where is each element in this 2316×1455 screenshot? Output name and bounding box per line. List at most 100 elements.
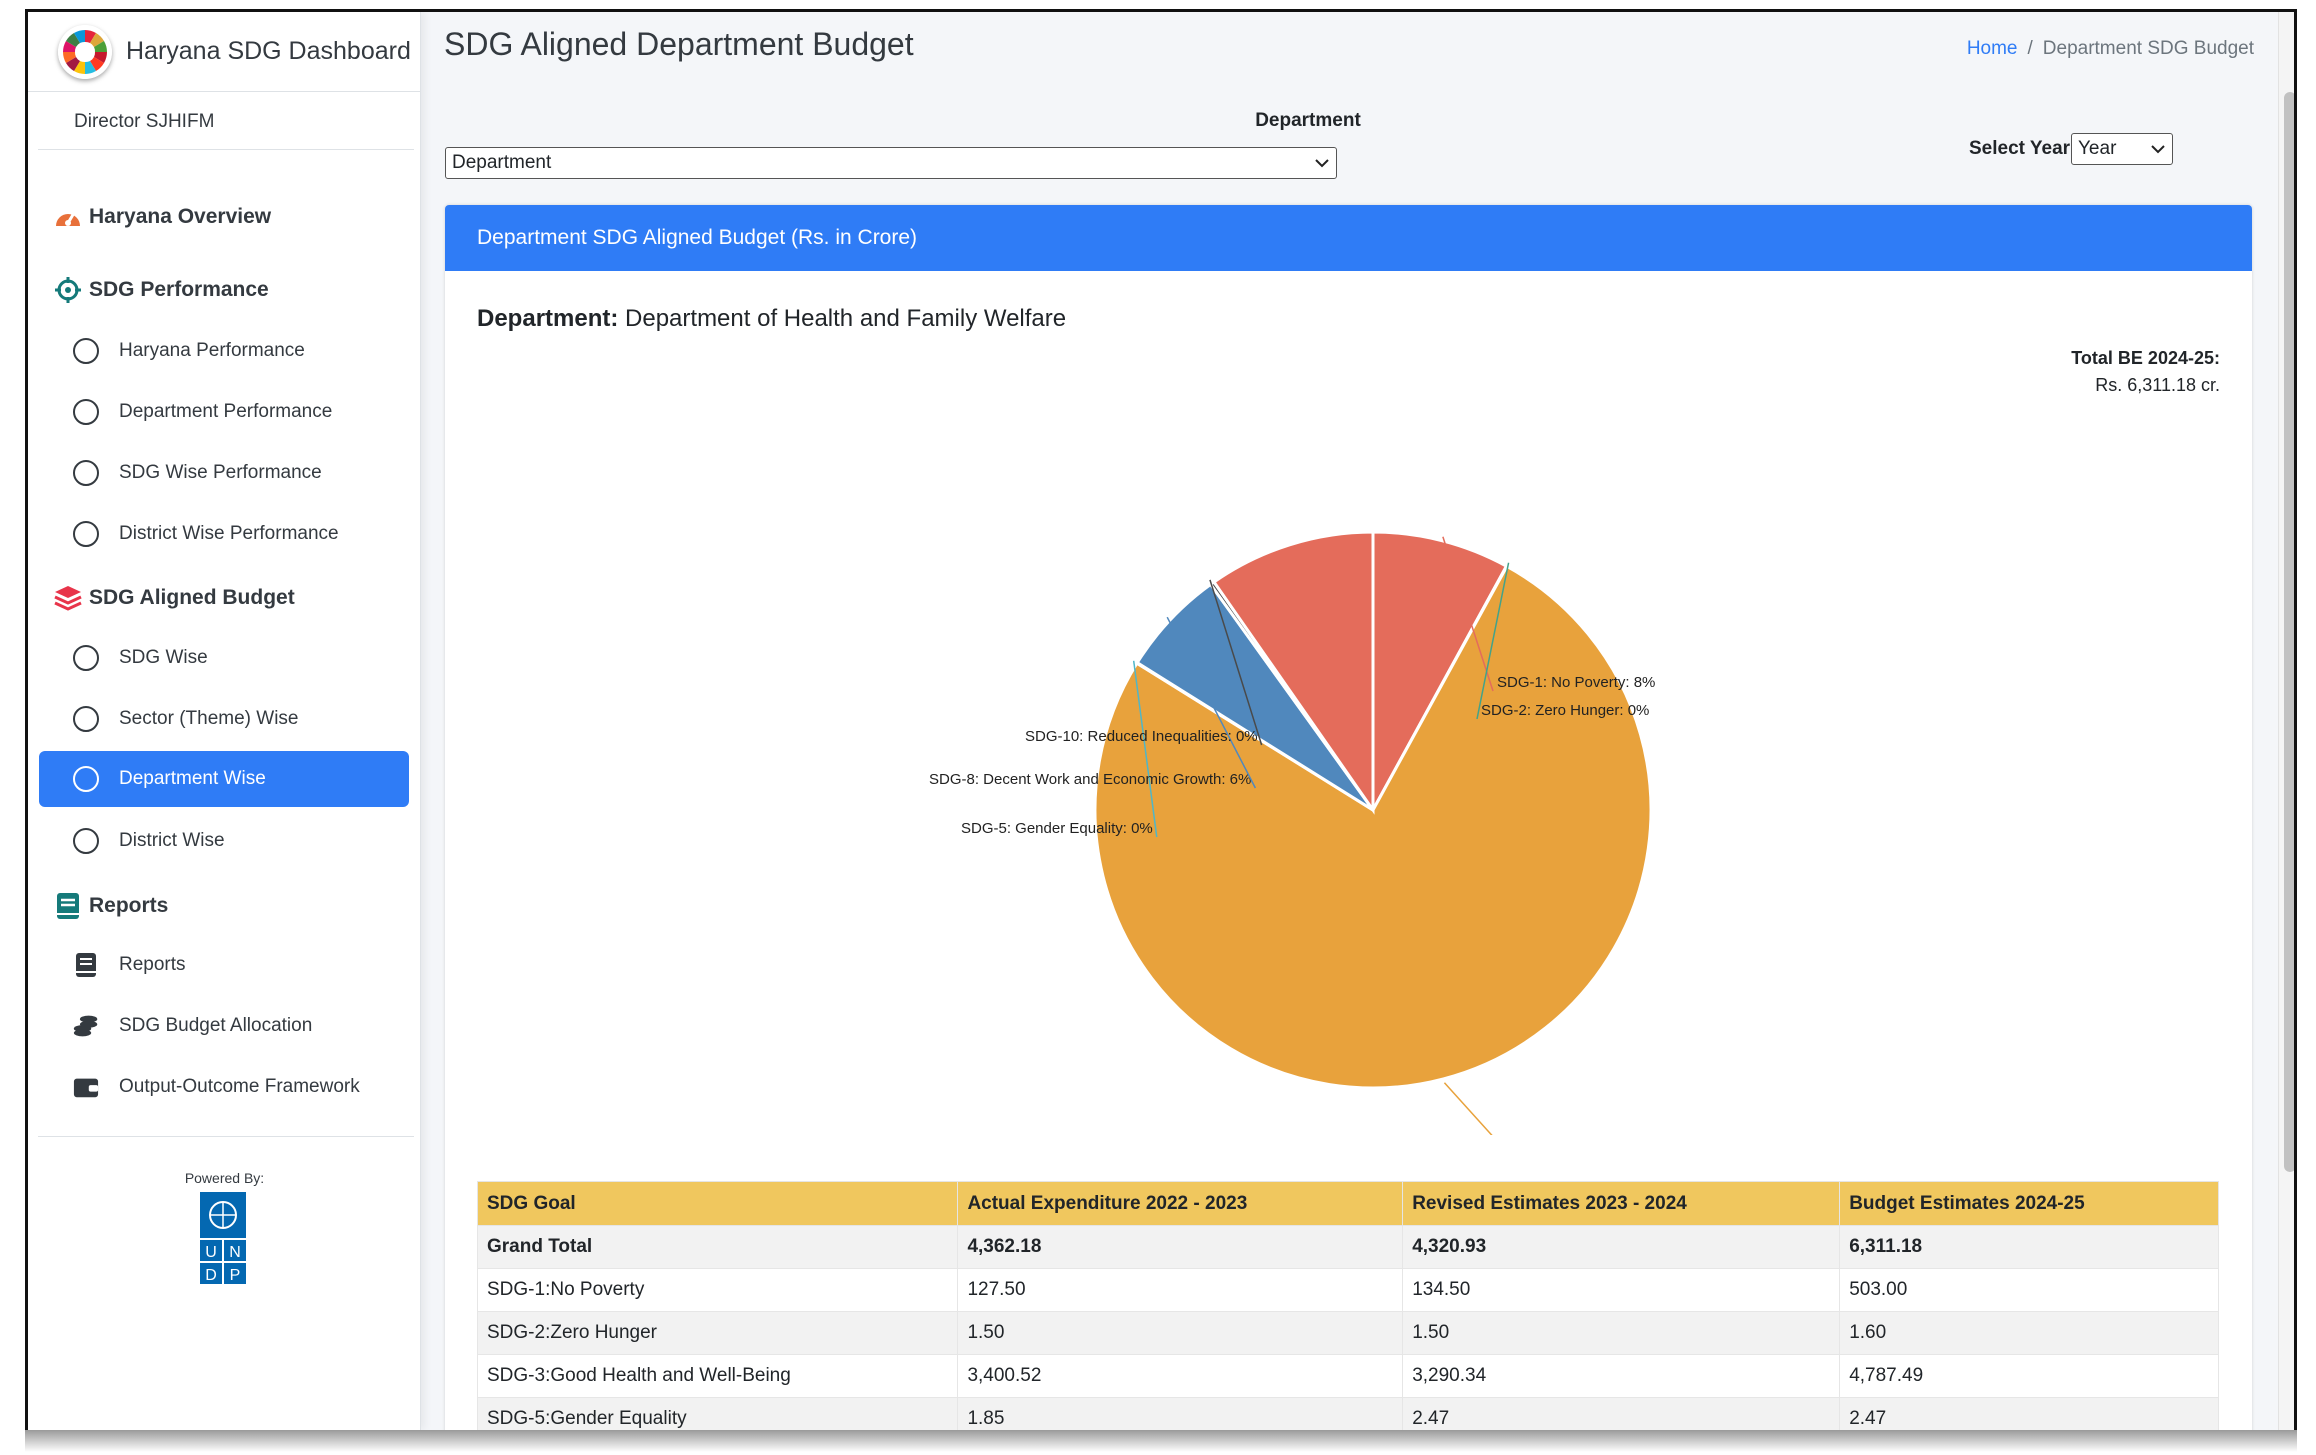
undp-letter-p: P (230, 1267, 241, 1284)
circle-icon (73, 460, 99, 486)
dashboard-gauge-icon (53, 202, 83, 232)
breadcrumb-home-link[interactable]: Home (1967, 38, 2018, 60)
table-cell: SDG-3:Good Health and Well-Being (476, 1354, 959, 1398)
pie-label: SDG-10: Reduced Inequalities: 0% (1025, 728, 1258, 745)
chevron-down-icon (1315, 159, 1329, 168)
table-cell: 4,787.49 (1839, 1354, 2219, 1398)
nav-sdg-aligned-budget[interactable]: SDG Aligned Budget (53, 578, 295, 618)
sidebar-item-label: Haryana Performance (119, 340, 305, 361)
table-cell: 2.47 (1839, 1397, 2219, 1430)
scrollbar-thumb[interactable] (2284, 92, 2294, 1172)
user-name[interactable]: Director SJHIFM (38, 94, 414, 150)
sidebar-item-label: District Wise Performance (119, 523, 339, 544)
undp-letter-n: N (229, 1244, 241, 1261)
sidebar-item-label: Department Performance (119, 401, 333, 422)
nav-sdg-performance[interactable]: SDG Performance (53, 270, 269, 310)
nav-haryana-overview[interactable]: Haryana Overview (53, 197, 271, 237)
sidebar-item-district-wise-performance[interactable]: District Wise Performance (39, 506, 409, 562)
wallet-icon (73, 1074, 99, 1100)
book-icon (73, 952, 99, 978)
pie-leader-line (1443, 1082, 1493, 1135)
pie-label: SDG-1: No Poverty: 8% (1497, 674, 1655, 691)
col-revised-estimates[interactable]: Revised Estimates 2023 - 2024 (1402, 1181, 1841, 1226)
table-cell: Grand Total (476, 1225, 959, 1269)
total-be: Total BE 2024-25: Rs. 6,311.18 cr. (2071, 345, 2220, 399)
nav-haryana-overview-label: Haryana Overview (89, 205, 272, 228)
budget-card: Department SDG Aligned Budget (Rs. in Cr… (445, 205, 2252, 1430)
pie-label: SDG-8: Decent Work and Economic Growth: … (929, 771, 1251, 788)
sidebar: Haryana SDG Dashboard Director SJHIFM Ha… (28, 12, 421, 1430)
sidebar-item-sdg-wise[interactable]: SDG Wise (39, 630, 409, 686)
table-cell: 134.50 (1402, 1268, 1841, 1312)
col-actual-expenditure[interactable]: Actual Expenditure 2022 - 2023 (957, 1181, 1404, 1226)
circle-icon (73, 645, 99, 671)
year-filter-label: Select Year (1969, 138, 2071, 159)
nav-sdg-performance-label: SDG Performance (89, 278, 269, 301)
table-row: SDG-3:Good Health and Well-Being 3,400.5… (476, 1354, 2219, 1398)
col-sdg-goal[interactable]: SDG Goal (476, 1181, 959, 1226)
pie-label: SDG-5: Gender Equality: 0% (961, 820, 1153, 837)
table-row: SDG-2:Zero Hunger 1.50 1.50 1.60 (476, 1311, 2219, 1355)
year-select-value: Year (2078, 138, 2117, 159)
sidebar-item-label: Output-Outcome Framework (119, 1076, 360, 1097)
department-select-value: Department (452, 152, 552, 173)
undp-letter-d: D (205, 1267, 217, 1284)
card-title: Department SDG Aligned Budget (Rs. in Cr… (445, 205, 2252, 271)
circle-icon (73, 766, 99, 792)
sdg-budget-table: SDG Goal Actual Expenditure 2022 - 2023 … (476, 1181, 2219, 1430)
department-select[interactable]: Department (445, 147, 1337, 179)
sdg-wheel-logo-icon (58, 24, 112, 79)
table-cell: 2.47 (1402, 1397, 1841, 1430)
table-cell: 127.50 (957, 1268, 1404, 1312)
sidebar-item-label: SDG Wise (119, 647, 208, 668)
breadcrumb: Home / Department SDG Budget (1967, 38, 2254, 60)
sidebar-item-haryana-performance[interactable]: Haryana Performance (39, 323, 409, 379)
nav-reports[interactable]: Reports (53, 886, 168, 926)
breadcrumb-current: Department SDG Budget (2042, 38, 2254, 59)
table-cell: 503.00 (1839, 1268, 2219, 1312)
year-select[interactable]: Year (2071, 133, 2173, 165)
table-cell: 3,290.34 (1402, 1354, 1841, 1398)
table-cell: 6,311.18 (1839, 1225, 2219, 1269)
sidebar-item-district-wise[interactable]: District Wise (39, 813, 409, 869)
department-name: Department of Health and Family Welfare (625, 305, 1067, 332)
table-cell: 1.60 (1839, 1311, 2219, 1355)
sidebar-item-reports[interactable]: Reports (39, 937, 409, 993)
sdg-pie-chart[interactable]: SDG-1: No Poverty: 8% SDG-2: Zero Hunger:… (445, 435, 2252, 1135)
sidebar-item-label: SDG Budget Allocation (119, 1015, 313, 1036)
sidebar-divider (38, 1136, 414, 1137)
undp-logo-icon: U N D P (200, 1192, 246, 1284)
brand[interactable]: Haryana SDG Dashboard (28, 12, 421, 92)
window-shadow (25, 1430, 2297, 1452)
undp-letter-u: U (205, 1244, 217, 1261)
powered-by-label: Powered By: (184, 1170, 265, 1186)
sidebar-item-label: District Wise (119, 830, 225, 851)
sidebar-item-label: Reports (119, 954, 186, 975)
table-cell: 1.50 (1402, 1311, 1841, 1355)
table-cell: 1.85 (957, 1397, 1404, 1430)
nav-reports-label: Reports (89, 894, 169, 917)
app-title: Haryana SDG Dashboard (126, 37, 411, 65)
sidebar-item-label: SDG Wise Performance (119, 462, 322, 483)
department-prefix: Department: (477, 305, 619, 332)
coins-icon (73, 1013, 99, 1039)
sidebar-item-department-performance[interactable]: Department Performance (39, 384, 409, 440)
sidebar-item-sdg-wise-performance[interactable]: SDG Wise Performance (39, 445, 409, 501)
sidebar-item-output-outcome-framework[interactable]: Output-Outcome Framework (39, 1059, 409, 1115)
page-title: SDG Aligned Department Budget (444, 26, 914, 62)
sidebar-item-label: Sector (Theme) Wise (119, 708, 299, 729)
sidebar-item-sdg-budget-allocation[interactable]: SDG Budget Allocation (39, 998, 409, 1054)
sidebar-item-sector-wise[interactable]: Sector (Theme) Wise (39, 691, 409, 747)
circle-icon (73, 828, 99, 854)
col-budget-estimates[interactable]: Budget Estimates 2024-25 (1839, 1181, 2219, 1226)
breadcrumb-separator: / (2027, 38, 2033, 59)
circle-icon (73, 521, 99, 547)
total-be-value: Rs. 6,311.18 cr. (2095, 375, 2220, 395)
browser-window: Haryana SDG Dashboard Director SJHIFM Ha… (25, 9, 2297, 1433)
book-icon (53, 891, 83, 921)
table-cell: 1.50 (957, 1311, 1404, 1355)
sidebar-item-department-wise[interactable]: Department Wise (39, 751, 409, 807)
table-cell: SDG-2:Zero Hunger (476, 1311, 959, 1355)
crosshair-icon (53, 275, 83, 305)
table-cell: SDG-1:No Poverty (476, 1268, 959, 1312)
